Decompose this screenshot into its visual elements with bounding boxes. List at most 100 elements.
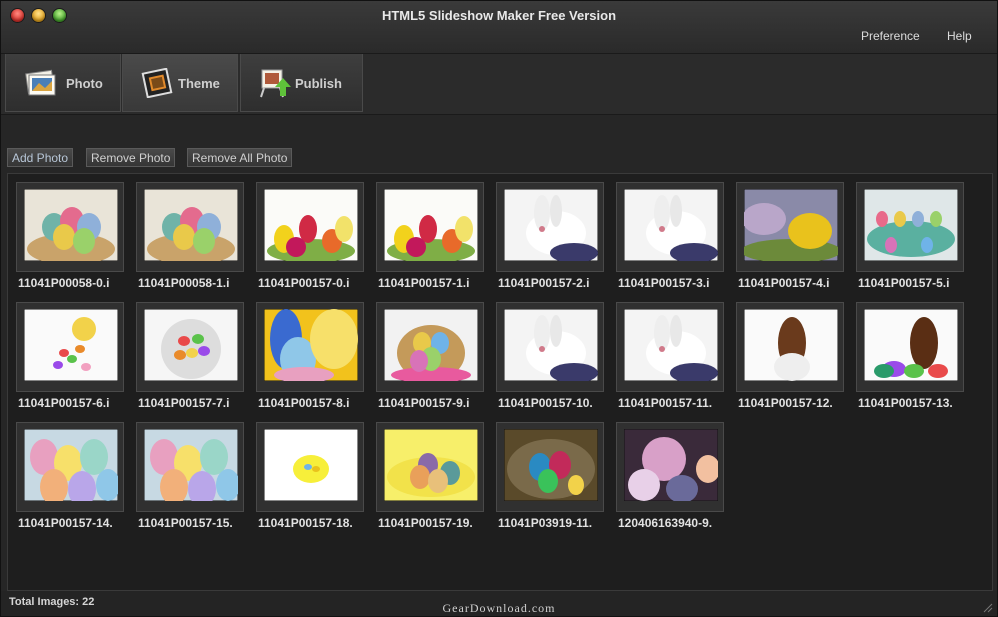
photo-thumbnail-frame[interactable]	[856, 302, 964, 392]
tab-photo-label: Photo	[66, 76, 103, 91]
photo-thumbnail-frame[interactable]	[376, 182, 484, 272]
photo-item[interactable]: 120406163940-9.	[610, 416, 724, 536]
photo-thumbnail-frame[interactable]	[496, 182, 604, 272]
photo-filename: 11041P00157-6.i	[18, 396, 110, 410]
photo-filename: 11041P03919-11.	[498, 516, 593, 530]
menu-preference[interactable]: Preference	[861, 29, 920, 43]
photo-filename: 11041P00157-15.	[138, 516, 233, 530]
photo-item[interactable]: 11041P00157-11.	[610, 296, 724, 416]
photo-thumbnail-frame[interactable]	[136, 302, 244, 392]
title-bar: HTML5 Slideshow Maker Free Version Prefe…	[1, 1, 997, 54]
photo-thumbnail-frame[interactable]	[256, 422, 364, 512]
photo-thumbnail-frame[interactable]	[496, 302, 604, 392]
photo-item[interactable]: 11041P00157-7.i	[130, 296, 244, 416]
photo-filename: 11041P00157-4.i	[738, 276, 830, 290]
photo-filename: 11041P00157-9.i	[378, 396, 470, 410]
photo-filename: 11041P00157-3.i	[618, 276, 710, 290]
photo-item[interactable]: 11041P03919-11.	[490, 416, 604, 536]
photo-thumbnail-frame[interactable]	[736, 182, 844, 272]
main-tab-bar: Photo Theme Publish	[1, 54, 997, 115]
photo-item[interactable]: 11041P00157-18.	[250, 416, 364, 536]
photo-item[interactable]: 11041P00157-10.	[490, 296, 604, 416]
photo-filename: 11041P00157-2.i	[498, 276, 590, 290]
photo-toolbar: Add Photo Remove Photo Remove All Photo	[1, 115, 997, 171]
photo-item[interactable]: 11041P00157-1.i	[370, 176, 484, 296]
window-title: HTML5 Slideshow Maker Free Version	[381, 8, 617, 23]
photo-thumbnail-frame[interactable]	[256, 302, 364, 392]
photo-thumbnail-frame[interactable]	[16, 302, 124, 392]
tab-publish-label: Publish	[295, 76, 342, 91]
photo-thumbnail-image	[144, 429, 238, 501]
photo-thumbnail-frame[interactable]	[616, 182, 724, 272]
photo-thumbnail-frame[interactable]	[16, 422, 124, 512]
photo-filename: 11041P00157-0.i	[258, 276, 350, 290]
tab-publish[interactable]: Publish	[240, 54, 363, 112]
photo-thumbnail-image	[504, 309, 598, 381]
photo-item[interactable]: 11041P00157-0.i	[250, 176, 364, 296]
photo-thumbnail-image	[624, 309, 718, 381]
photo-thumbnail-image	[24, 309, 118, 381]
photo-thumbnail-frame[interactable]	[616, 422, 724, 512]
photo-item[interactable]: 11041P00157-5.i	[850, 176, 964, 296]
photo-item[interactable]: 11041P00157-6.i	[10, 296, 124, 416]
photo-filename: 11041P00157-8.i	[258, 396, 350, 410]
photo-filename: 11041P00157-13.	[858, 396, 953, 410]
app-window: HTML5 Slideshow Maker Free Version Prefe…	[0, 0, 998, 617]
photo-item[interactable]: 11041P00157-19.	[370, 416, 484, 536]
remove-photo-button[interactable]: Remove Photo	[86, 148, 176, 167]
photo-thumbnail-image	[504, 189, 598, 261]
photo-filename: 11041P00157-7.i	[138, 396, 230, 410]
tab-theme-label: Theme	[178, 76, 220, 91]
photo-filename: 11041P00157-14.	[18, 516, 113, 530]
resize-grip-icon[interactable]	[981, 601, 993, 613]
photo-filename: 11041P00058-1.i	[138, 276, 230, 290]
photo-item[interactable]: 11041P00157-8.i	[250, 296, 364, 416]
photo-item[interactable]: 11041P00157-13.	[850, 296, 964, 416]
photo-thumbnail-frame[interactable]	[376, 422, 484, 512]
photo-thumbnail-image	[384, 309, 478, 381]
photo-filename: 11041P00157-1.i	[378, 276, 470, 290]
theme-frame-icon	[141, 68, 173, 98]
photo-filename: 11041P00157-5.i	[858, 276, 950, 290]
photo-filename: 11041P00157-19.	[378, 516, 473, 530]
photo-item[interactable]: 11041P00157-3.i	[610, 176, 724, 296]
photo-item[interactable]: 11041P00058-0.i	[10, 176, 124, 296]
photo-item[interactable]: 11041P00157-4.i	[730, 176, 844, 296]
photo-item[interactable]: 11041P00157-15.	[130, 416, 244, 536]
photo-item[interactable]: 11041P00157-12.	[730, 296, 844, 416]
photo-thumbnail-image	[24, 429, 118, 501]
photo-filename: 11041P00157-10.	[498, 396, 593, 410]
photo-item[interactable]: 11041P00157-2.i	[490, 176, 604, 296]
photo-filename: 11041P00157-18.	[258, 516, 353, 530]
photo-grid: 11041P00058-0.i 11041P00058-1.i 11041P0015…	[7, 173, 993, 591]
photo-thumbnail-frame[interactable]	[736, 302, 844, 392]
add-photo-button[interactable]: Add Photo	[7, 148, 74, 167]
photo-item[interactable]: 11041P00157-9.i	[370, 296, 484, 416]
menu-help[interactable]: Help	[947, 29, 972, 43]
photo-thumbnail-image	[144, 309, 238, 381]
status-bar: Total Images: 22 GearDownload.com	[1, 591, 997, 616]
photo-item[interactable]: 11041P00157-14.	[10, 416, 124, 536]
photo-thumbnail-image	[744, 189, 838, 261]
photo-thumbnail-image	[264, 429, 358, 501]
tab-photo[interactable]: Photo	[5, 54, 121, 112]
photo-thumbnail-image	[144, 189, 238, 261]
photo-stack-icon	[25, 69, 56, 96]
photo-thumbnail-image	[384, 429, 478, 501]
photo-thumbnail-frame[interactable]	[256, 182, 364, 272]
photo-thumbnail-frame[interactable]	[616, 302, 724, 392]
tab-theme[interactable]: Theme	[122, 54, 238, 112]
photo-thumbnail-frame[interactable]	[136, 422, 244, 512]
photo-item[interactable]: 11041P00058-1.i	[130, 176, 244, 296]
photo-filename: 11041P00058-0.i	[18, 276, 110, 290]
watermark-text: GearDownload.com	[442, 601, 556, 615]
photo-thumbnail-frame[interactable]	[856, 182, 964, 272]
photo-thumbnail-image	[264, 309, 358, 381]
photo-thumbnail-frame[interactable]	[496, 422, 604, 512]
photo-thumbnail-frame[interactable]	[16, 182, 124, 272]
photo-thumbnail-image	[624, 429, 718, 501]
photo-thumbnail-frame[interactable]	[136, 182, 244, 272]
remove-all-photo-button[interactable]: Remove All Photo	[187, 148, 293, 167]
photo-thumbnail-image	[24, 189, 118, 261]
photo-thumbnail-frame[interactable]	[376, 302, 484, 392]
